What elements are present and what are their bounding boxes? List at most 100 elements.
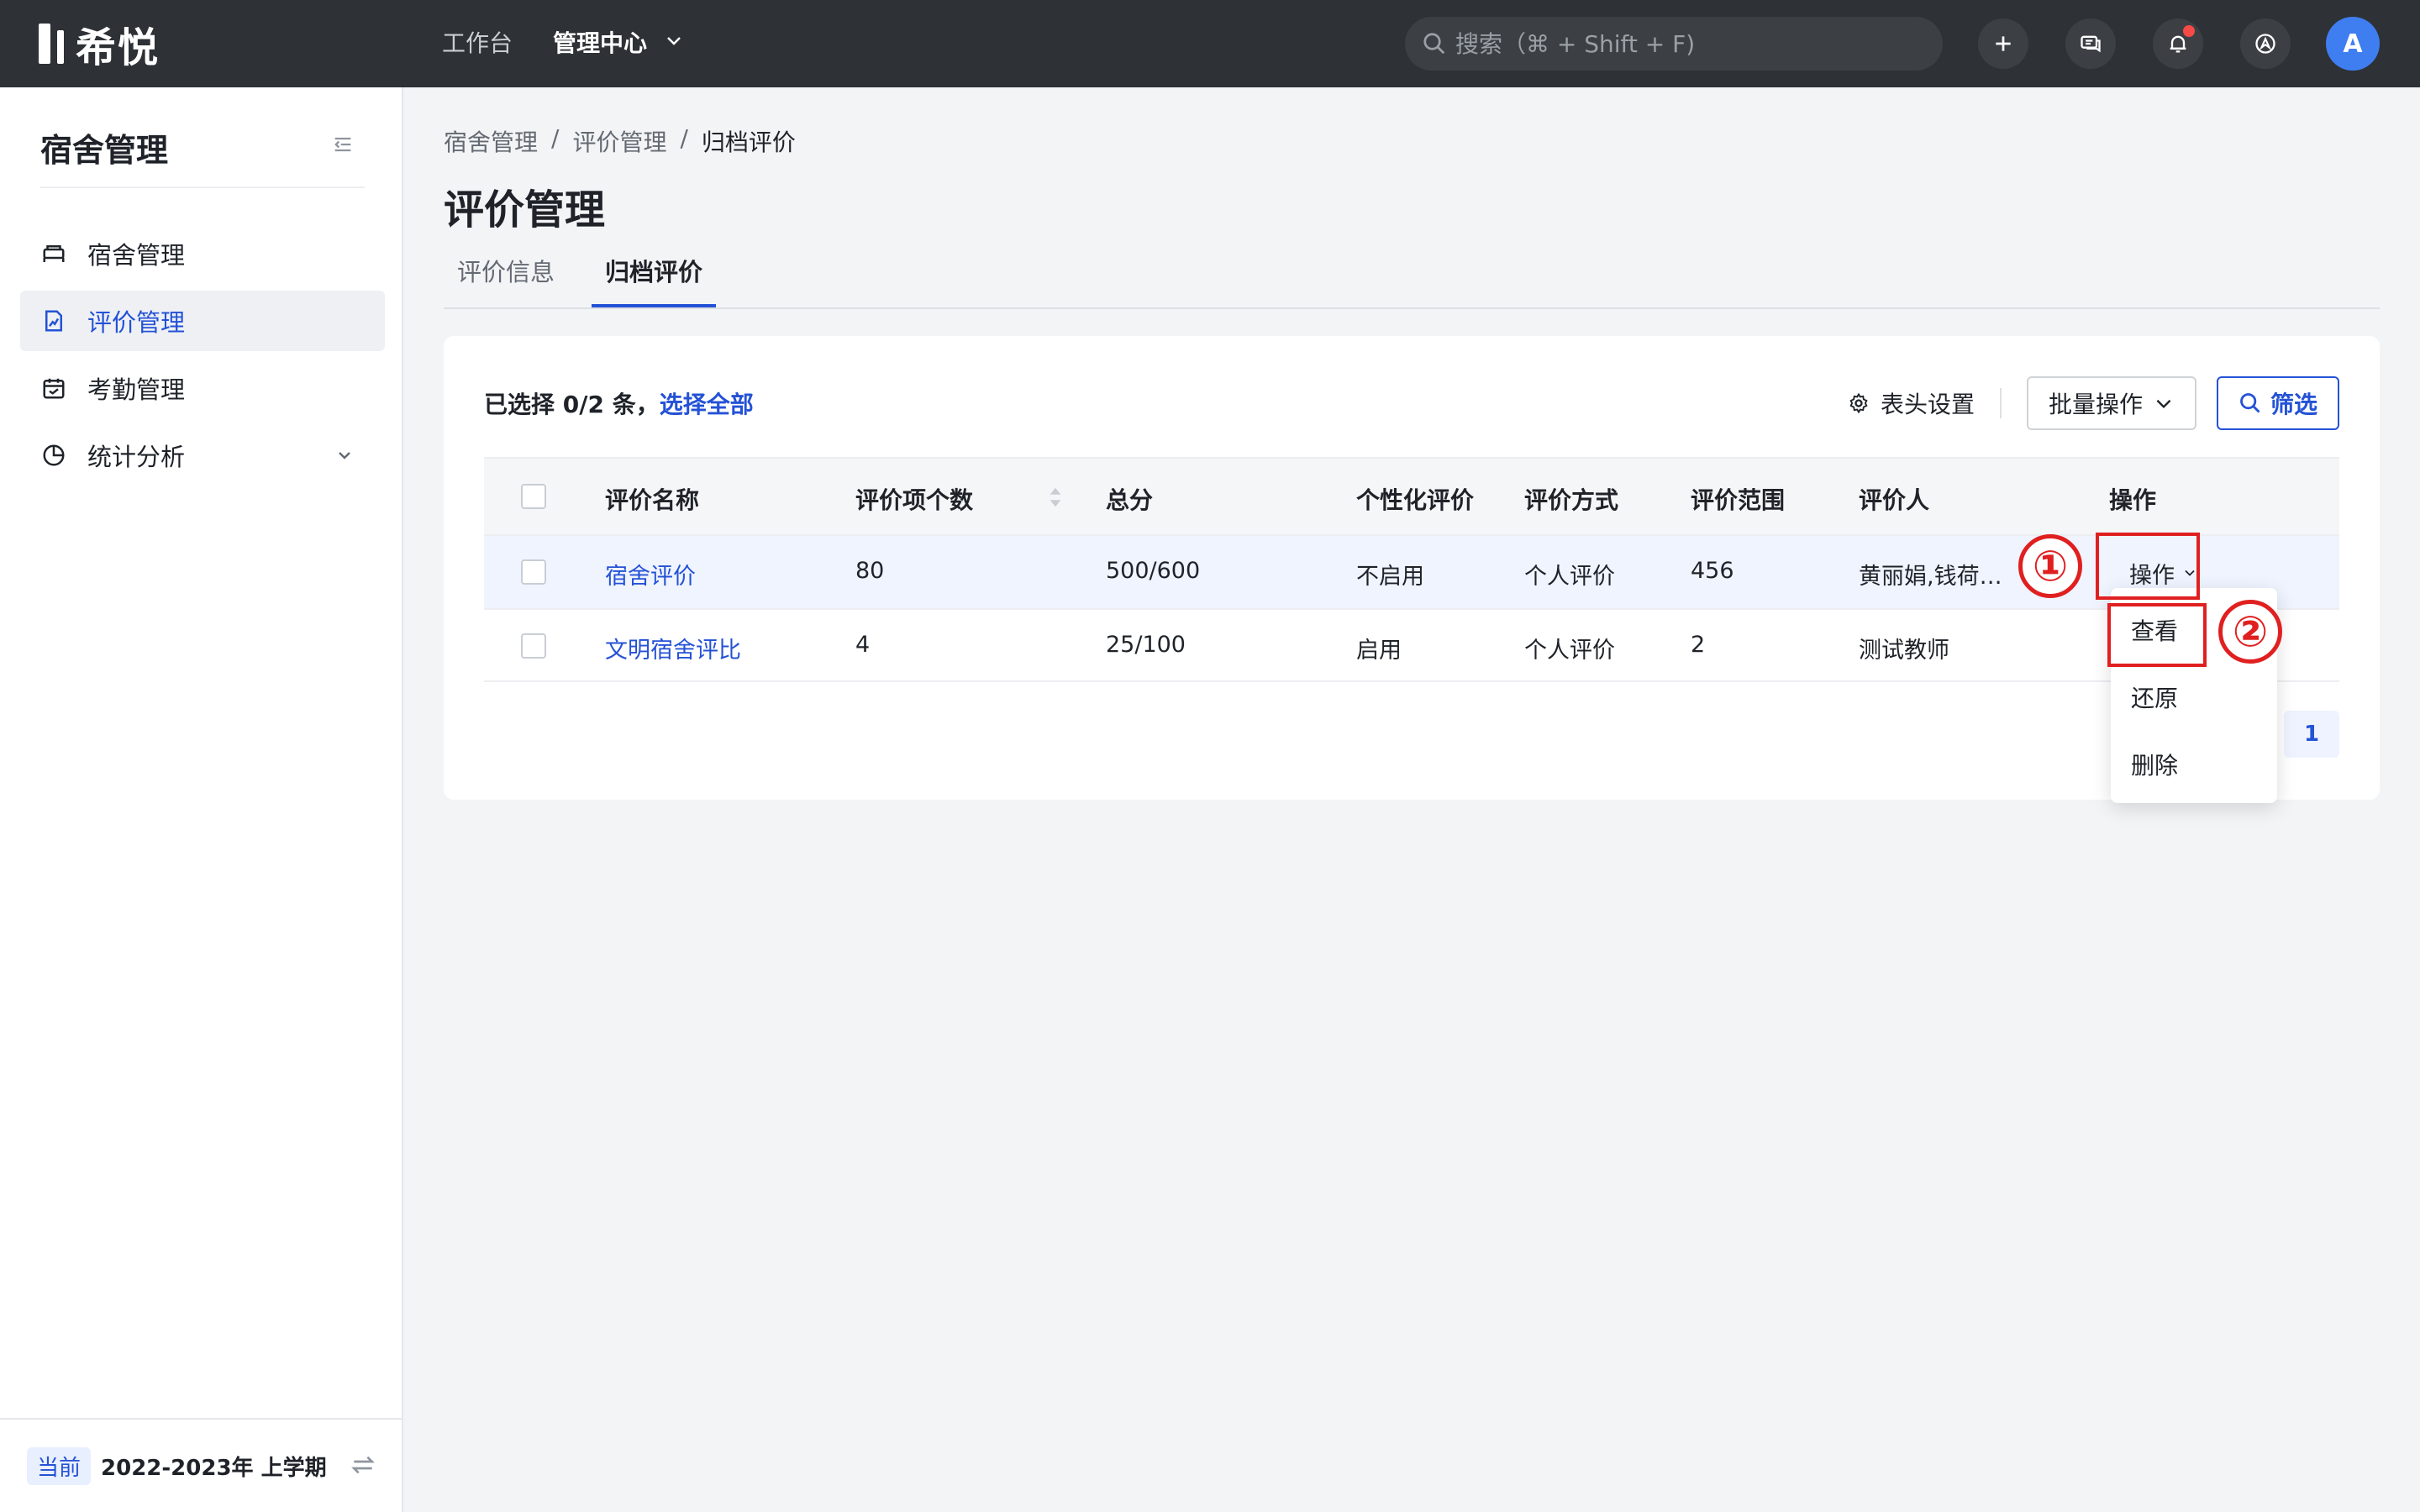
batch-operations-label: 批量操作 — [2048, 391, 2143, 418]
pie-chart-icon — [40, 442, 67, 469]
chevron-down-icon — [339, 452, 350, 459]
sidebar: 宿舍管理 宿舍管理 评价管理 考勤管理 统计分析 当前 2022-2023年 上… — [0, 87, 403, 1512]
row-checkbox[interactable] — [521, 559, 546, 585]
selection-info: 已选择 0/2 条，选择全部 — [484, 386, 754, 420]
column-header: 操作 — [2109, 486, 2157, 514]
evaluation-name-link[interactable]: 文明宿舍评比 — [605, 632, 741, 664]
pagination-page-1[interactable]: 1 — [2284, 711, 2339, 758]
column-header: 总分 — [1106, 486, 1154, 514]
scope-cell: 456 — [1691, 558, 1734, 584]
column-header[interactable]: 评价项个数 — [855, 482, 973, 516]
top-bar: 希悦 工作台 管理中心 A — [0, 0, 2420, 87]
table-toolbar: 表头设置 批量操作 筛选 — [1847, 376, 2339, 430]
notification-dot — [2183, 25, 2195, 37]
table-row[interactable]: 文明宿舍评比 4 25/100 启用 个人评价 2 测试教师 — [484, 608, 2339, 682]
sidebar-item-label: 统计分析 — [87, 443, 186, 471]
search-bar[interactable] — [1405, 17, 1943, 71]
table-card: 已选择 0/2 条，选择全部 表头设置 批量操作 筛选 评价名称 评价项个数 总… — [444, 336, 2380, 800]
current-term: 2022-2023年 上学期 — [101, 1455, 327, 1481]
breadcrumb-item[interactable]: 评价管理 — [572, 124, 666, 158]
search-icon — [1423, 33, 1445, 55]
evaluation-name-link[interactable]: 宿舍评价 — [605, 558, 696, 591]
breadcrumb-current: 归档评价 — [701, 129, 796, 156]
chevron-down-icon[interactable] — [664, 30, 684, 50]
sidebar-item-label: 考勤管理 — [87, 375, 186, 404]
sidebar-item-label: 宿舍管理 — [87, 241, 186, 270]
column-header: 个性化评价 — [1356, 486, 1475, 514]
evaluation-icon — [40, 307, 67, 334]
sidebar-item-attendance[interactable]: 考勤管理 — [20, 358, 385, 418]
method-cell: 个人评价 — [1524, 638, 1615, 664]
item-count-cell: 80 — [855, 558, 885, 584]
sidebar-item-evaluation[interactable]: 评价管理 — [20, 291, 385, 351]
evaluator-cell: 测试教师 — [1859, 638, 1949, 664]
item-count-cell: 4 — [855, 632, 871, 658]
personalized-cell: 不启用 — [1356, 564, 1424, 590]
add-button[interactable] — [1978, 18, 2028, 69]
breadcrumb-separator: / — [680, 124, 688, 152]
app-center-button[interactable] — [2240, 18, 2291, 69]
search-icon — [2240, 393, 2260, 413]
calendar-icon — [40, 375, 67, 402]
personalized-cell: 启用 — [1356, 638, 1402, 664]
logo-mark — [39, 24, 50, 64]
breadcrumb-separator: / — [551, 124, 560, 152]
chevron-down-icon — [2156, 399, 2171, 409]
column-header: 评价方式 — [1524, 486, 1619, 514]
annotation-highlight-actions — [2096, 533, 2200, 600]
annotation-step-1: ① — [2018, 534, 2082, 598]
table-header: 评价名称 评价项个数 总分 个性化评价 评价方式 评价范围 评价人 操作 — [484, 457, 2339, 534]
menu-item-delete[interactable]: 删除 — [2131, 748, 2178, 781]
current-term-badge: 当前 — [27, 1446, 92, 1485]
column-header: 评价名称 — [605, 486, 700, 514]
selection-count: 已选择 0/2 条， — [484, 391, 660, 418]
compass-icon — [2255, 34, 2275, 54]
page-title: 评价管理 — [444, 186, 606, 234]
notifications-button[interactable] — [2153, 18, 2203, 69]
filter-button[interactable]: 筛选 — [2216, 376, 2339, 430]
method-cell: 个人评价 — [1524, 564, 1615, 590]
filter-label: 筛选 — [2270, 391, 2317, 418]
nav-admin-center[interactable]: 管理中心 — [553, 25, 647, 62]
sidebar-item-label: 评价管理 — [87, 308, 186, 337]
tab-archived-evaluation[interactable]: 归档评价 — [592, 254, 717, 307]
sidebar-item-dormitory[interactable]: 宿舍管理 — [20, 223, 385, 284]
sidebar-divider — [40, 186, 365, 188]
score-cell: 25/100 — [1106, 632, 1186, 658]
evaluator-cell: 黄丽娟,钱荷… — [1859, 564, 2002, 590]
term-switcher[interactable]: 当前 2022-2023年 上学期 — [0, 1418, 402, 1512]
chat-icon — [2081, 35, 2101, 53]
column-header: 评价人 — [1859, 486, 1930, 514]
search-input[interactable] — [1455, 29, 1926, 58]
swap-icon[interactable] — [350, 1452, 376, 1478]
scope-cell: 2 — [1691, 632, 1706, 658]
tab-bar: 评价信息 归档评价 — [444, 249, 2380, 309]
gear-icon — [1849, 392, 1868, 414]
header-settings-button[interactable]: 表头设置 — [1847, 386, 1975, 420]
select-all-link[interactable]: 选择全部 — [660, 391, 754, 418]
score-cell: 500/600 — [1106, 558, 1201, 584]
menu-item-restore[interactable]: 还原 — [2131, 680, 2178, 714]
batch-operations-button[interactable]: 批量操作 — [2026, 376, 2196, 430]
annotation-step-2: ② — [2218, 600, 2282, 664]
select-all-checkbox[interactable] — [521, 484, 546, 509]
collapse-sidebar-icon[interactable] — [331, 133, 355, 156]
sidebar-item-statistics[interactable]: 统计分析 — [20, 425, 385, 486]
nav-workbench[interactable]: 工作台 — [442, 25, 513, 62]
column-header: 评价范围 — [1691, 486, 1786, 514]
breadcrumb: 宿舍管理 / 评价管理 / 归档评价 — [444, 124, 796, 158]
avatar[interactable]: A — [2326, 17, 2380, 71]
header-settings-label: 表头设置 — [1880, 391, 1975, 418]
messages-button[interactable] — [2065, 18, 2116, 69]
row-checkbox[interactable] — [521, 633, 546, 659]
plus-icon — [1996, 36, 2011, 51]
sort-icon[interactable] — [1047, 484, 1064, 511]
logo-text: 希悦 — [76, 24, 160, 71]
bed-icon — [40, 240, 67, 267]
breadcrumb-item[interactable]: 宿舍管理 — [444, 124, 538, 158]
app-logo[interactable]: 希悦 — [39, 20, 160, 71]
sidebar-title: 宿舍管理 — [40, 132, 169, 169]
toolbar-divider — [1999, 388, 2002, 418]
annotation-highlight-view — [2107, 603, 2207, 667]
tab-evaluation-info[interactable]: 评价信息 — [444, 254, 568, 307]
